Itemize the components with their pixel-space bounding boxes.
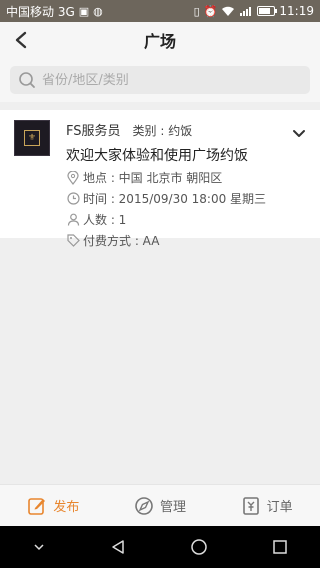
back-triangle-icon[interactable] [110, 539, 126, 555]
post-people-row: 人数 : 1 [66, 211, 290, 228]
clock: 11:19 [279, 4, 314, 18]
receipt-icon [242, 496, 259, 515]
post-headline: 欢迎大家体验和使用广场约饭 [66, 148, 248, 164]
system-nav-bar [0, 526, 320, 568]
app-header: 广场 [0, 22, 320, 58]
post-author: FS服务员 [66, 124, 121, 139]
post-card[interactable]: ⚜ FS服务员 类别 : 约饭 欢迎大家体验和使用广场约饭 地点 : 中国 北京… [0, 110, 320, 248]
home-circle-icon[interactable] [190, 538, 208, 556]
tab-manage-label: 管理 [159, 500, 186, 515]
search-bar [0, 58, 320, 102]
post-category: 类别 : 约饭 [132, 124, 193, 138]
tab-orders[interactable]: 订单 [241, 496, 293, 516]
wifi-icon [222, 6, 235, 16]
search-input[interactable] [42, 72, 282, 88]
post-payment-row: 付费方式 : AA [66, 232, 290, 249]
post-body: FS服务员 类别 : 约饭 欢迎大家体验和使用广场约饭 地点 : 中国 北京市 … [66, 120, 290, 249]
tab-publish-label: 发布 [53, 500, 80, 515]
chevron-left-icon [15, 31, 27, 49]
vibrate-icon: ▯ [193, 4, 200, 18]
chevron-down-icon [293, 130, 305, 137]
tab-orders-label: 订单 [266, 500, 293, 515]
status-bar: 中国移动 3G ▣ ◍ ▯ ⏰ 11:19 [0, 0, 320, 22]
image-icon: ▣ [78, 4, 90, 18]
bottom-tab-bar: 发布 管理 订单 [0, 484, 320, 526]
search-icon [19, 72, 35, 88]
post-time: 时间 : 2015/09/30 18:00 星期三 [83, 192, 267, 206]
post-location-row: 地点 : 中国 北京市 朝阳区 [66, 169, 290, 186]
avatar[interactable]: ⚜ [14, 120, 50, 156]
tab-manage[interactable]: 管理 [134, 496, 186, 516]
signal-icon [240, 6, 252, 16]
post-payment: 付费方式 : AA [83, 234, 160, 248]
expand-button[interactable] [292, 124, 306, 143]
clock-icon [66, 192, 80, 206]
edit-icon [28, 497, 46, 515]
carrier-label: 中国移动 3G [6, 4, 75, 19]
post-people: 人数 : 1 [83, 213, 127, 227]
person-icon [66, 213, 80, 227]
restaurant-logo-icon: ⚜ [24, 130, 40, 146]
tab-publish[interactable]: 发布 [27, 496, 79, 516]
post-time-row: 时间 : 2015/09/30 18:00 星期三 [66, 190, 290, 207]
search-box[interactable] [10, 66, 310, 94]
chevron-down-icon[interactable] [32, 542, 46, 552]
recents-square-icon[interactable] [272, 539, 288, 555]
compass-icon [135, 496, 153, 515]
alarm-icon: ⏰ [203, 4, 218, 18]
battery-icon [257, 6, 278, 16]
page-title: 广场 [143, 32, 176, 51]
location-pin-icon [66, 170, 80, 185]
tag-icon [66, 234, 80, 248]
post-location: 地点 : 中国 北京市 朝阳区 [83, 171, 223, 185]
back-button[interactable] [10, 28, 32, 52]
app-notification-icon: ◍ [93, 4, 103, 18]
